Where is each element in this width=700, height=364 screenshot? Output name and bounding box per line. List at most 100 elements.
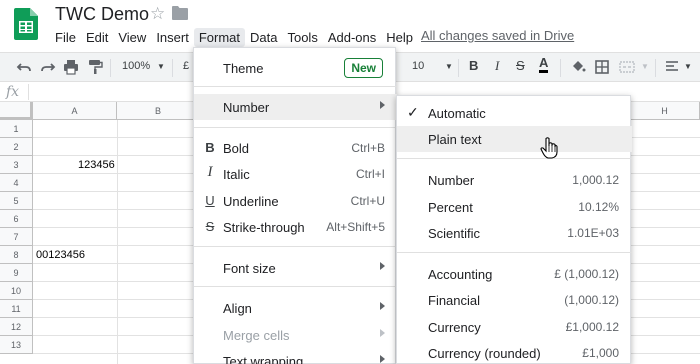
bold-button[interactable]: B xyxy=(469,58,478,73)
menu-item-text-wrapping[interactable]: Text wrapping xyxy=(194,348,397,364)
menu-item-theme[interactable]: Theme New xyxy=(194,55,397,81)
merge-dropdown-icon[interactable]: ▼ xyxy=(641,62,649,71)
menu-item-merge-cells[interactable]: Merge cells xyxy=(194,322,397,348)
format-example: 10.12% xyxy=(578,200,619,214)
redo-icon[interactable] xyxy=(40,59,56,75)
row-header[interactable]: 13 xyxy=(0,336,33,354)
select-all-corner[interactable] xyxy=(0,102,33,120)
menu-data[interactable]: Data xyxy=(245,28,282,47)
menu-addons[interactable]: Add-ons xyxy=(323,28,381,47)
row-header[interactable]: 7 xyxy=(0,228,33,246)
fill-color-icon[interactable] xyxy=(570,59,586,75)
row-header[interactable]: 1 xyxy=(0,120,33,138)
currency-format-button[interactable]: £ xyxy=(183,60,189,72)
menu-format[interactable]: Format xyxy=(193,27,245,47)
grid-line xyxy=(33,335,193,336)
column-header-h[interactable]: H xyxy=(630,102,700,120)
row-header[interactable]: 4 xyxy=(0,174,33,192)
bold-icon: B xyxy=(205,140,215,155)
document-title[interactable]: TWC Demo xyxy=(55,4,149,25)
menu-edit[interactable]: Edit xyxy=(81,28,113,47)
menu-item-label: Number xyxy=(223,100,270,115)
sheets-logo-icon[interactable] xyxy=(14,8,38,40)
submenu-item-financial[interactable]: Financial (1,000.12) xyxy=(397,287,632,313)
submenu-item-label: Percent xyxy=(428,200,473,215)
toolbar-divider xyxy=(655,59,656,77)
italic-button[interactable]: I xyxy=(495,58,499,74)
cell-a3[interactable]: 123456 xyxy=(78,159,115,171)
undo-icon[interactable] xyxy=(16,59,32,75)
row-header[interactable]: 6 xyxy=(0,210,33,228)
align-dropdown-icon[interactable]: ▼ xyxy=(684,62,692,71)
submenu-arrow-icon xyxy=(380,329,385,337)
menu-item-number[interactable]: Number xyxy=(194,94,397,120)
menu-help[interactable]: Help xyxy=(381,28,418,47)
row-header[interactable]: 9 xyxy=(0,264,33,282)
row-header[interactable]: 3 xyxy=(0,156,33,174)
paint-format-icon[interactable] xyxy=(87,59,103,75)
menu-item-font-size[interactable]: Font size xyxy=(194,255,397,281)
menu-item-label: Underline xyxy=(223,194,279,209)
menu-insert[interactable]: Insert xyxy=(151,28,194,47)
text-color-button[interactable]: A xyxy=(539,56,549,73)
submenu-item-plain-text[interactable]: Plain text xyxy=(397,126,632,152)
submenu-item-number[interactable]: Number 1,000.12 xyxy=(397,167,632,193)
row-header[interactable]: 8 xyxy=(0,246,33,264)
grid-line xyxy=(631,155,700,156)
row-header[interactable]: 2 xyxy=(0,138,33,156)
grid-line xyxy=(33,353,193,354)
column-header-b[interactable]: B xyxy=(117,102,200,120)
italic-icon: I xyxy=(207,164,213,180)
menu-divider xyxy=(194,127,397,128)
submenu-item-percent[interactable]: Percent 10.12% xyxy=(397,194,632,220)
submenu-item-accounting[interactable]: Accounting £ (1,000.12) xyxy=(397,261,632,287)
grid-line xyxy=(33,155,193,156)
fx-icon: fx xyxy=(6,84,20,100)
row-header[interactable]: 11 xyxy=(0,300,33,318)
row-header[interactable]: 10 xyxy=(0,282,33,300)
zoom-select[interactable]: 100% xyxy=(122,60,150,72)
submenu-item-scientific[interactable]: Scientific 1.01E+03 xyxy=(397,220,632,246)
menu-file[interactable]: File xyxy=(50,28,81,47)
submenu-item-automatic[interactable]: ✓ Automatic xyxy=(397,100,632,126)
app-header: TWC Demo ☆ File Edit View Insert Format … xyxy=(0,0,700,48)
print-icon[interactable] xyxy=(63,59,79,75)
row-header[interactable]: 5 xyxy=(0,192,33,210)
save-status-link[interactable]: All changes saved in Drive xyxy=(421,28,574,43)
formula-divider xyxy=(28,84,29,100)
number-format-submenu: ✓ Automatic Plain text Number 1,000.12 P… xyxy=(396,95,632,364)
align-left-icon[interactable] xyxy=(664,59,680,75)
submenu-item-label: Plain text xyxy=(428,132,482,147)
menu-item-bold[interactable]: B Bold Ctrl+B xyxy=(194,135,397,161)
menu-item-align[interactable]: Align xyxy=(194,295,397,321)
menu-view[interactable]: View xyxy=(113,28,151,47)
strikethrough-button[interactable]: S xyxy=(516,58,525,73)
row-header[interactable]: 12 xyxy=(0,318,33,336)
zoom-dropdown-icon[interactable]: ▼ xyxy=(157,62,165,71)
borders-icon[interactable] xyxy=(594,59,610,75)
menu-tools[interactable]: Tools xyxy=(282,28,322,47)
submenu-item-currency[interactable]: Currency £1,000.12 xyxy=(397,314,632,340)
submenu-item-label: Currency xyxy=(428,320,481,335)
merge-cells-icon[interactable] xyxy=(619,59,635,75)
menu-item-label: Text wrapping xyxy=(223,354,304,364)
menu-item-italic[interactable]: I Italic Ctrl+I xyxy=(194,161,397,187)
font-size-select[interactable]: 10 xyxy=(412,60,424,72)
menu-item-label: Strike-through xyxy=(223,220,305,235)
menu-item-strikethrough[interactable]: S Strike-through Alt+Shift+5 xyxy=(194,214,397,240)
star-icon[interactable]: ☆ xyxy=(150,4,165,24)
folder-icon[interactable] xyxy=(172,6,188,20)
toolbar-divider xyxy=(172,59,173,77)
hand-pointer-icon xyxy=(540,137,558,159)
menu-divider xyxy=(194,246,397,247)
toolbar-divider xyxy=(560,59,561,77)
submenu-item-currency-rounded[interactable]: Currency (rounded) £1,000 xyxy=(397,340,632,364)
column-header-a[interactable]: A xyxy=(33,102,117,120)
grid-line xyxy=(631,263,700,264)
menu-item-underline[interactable]: U Underline Ctrl+U xyxy=(194,188,397,214)
cell-a8[interactable]: 00123456 xyxy=(36,249,85,261)
font-size-dropdown-icon[interactable]: ▼ xyxy=(445,62,453,71)
menu-bar: File Edit View Insert Format Data Tools … xyxy=(50,27,418,47)
shortcut-label: Ctrl+U xyxy=(350,194,385,208)
grid-line xyxy=(631,137,700,138)
